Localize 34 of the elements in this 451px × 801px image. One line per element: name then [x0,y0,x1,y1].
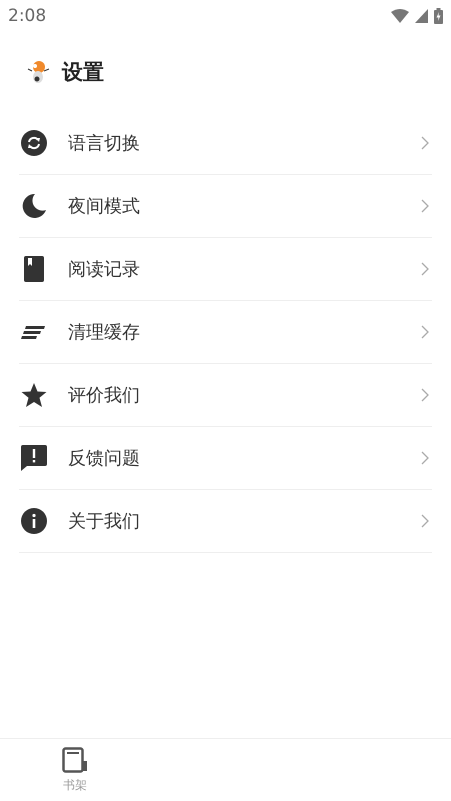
settings-item[interactable]: 评价我们 [19,364,432,427]
settings-label: 夜间模式 [68,195,141,218]
moon-icon [21,193,47,219]
settings-item[interactable]: 反馈问题 [19,427,432,490]
battery-icon [434,8,443,24]
settings-label: 反馈问题 [68,447,141,470]
settings-label: 阅读记录 [68,258,141,281]
chevron-icon [421,451,429,465]
settings-item[interactable]: 语言切换 [19,112,432,175]
settings-label: 清理缓存 [68,321,141,344]
wifi-icon [391,9,409,23]
settings-item[interactable]: 关于我们 [19,490,432,553]
feedback-icon [21,445,47,471]
page-title: 设置 [62,59,104,86]
book-icon [62,746,88,772]
chevron-icon [421,388,429,402]
cat-logo-icon [26,59,50,85]
info-icon [21,508,47,534]
settings-item[interactable]: 阅读记录 [19,238,432,301]
chevron-icon [421,199,429,213]
book-icon [21,256,47,282]
chevron-icon [421,262,429,276]
chevron-icon [421,136,429,150]
star-icon [21,382,47,408]
settings-label: 关于我们 [68,510,141,533]
settings-item[interactable]: 夜间模式 [19,175,432,238]
status-time: 2:08 [8,6,46,26]
settings-label: 语言切换 [68,132,141,155]
refresh-icon [21,130,47,156]
chevron-icon [421,514,429,528]
settings-label: 评价我们 [68,384,141,407]
signal-icon [415,9,428,23]
settings-item[interactable]: 清理缓存 [19,301,432,364]
chevron-icon [421,325,429,339]
